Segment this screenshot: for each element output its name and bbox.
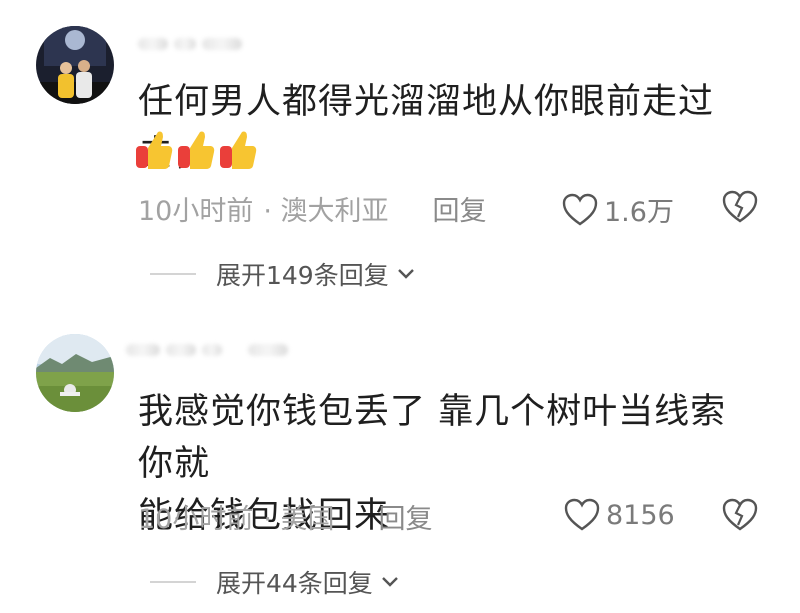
avatar[interactable] (36, 334, 114, 412)
divider (150, 273, 196, 275)
like-button[interactable]: 1.6万 (562, 190, 674, 229)
like-count: 8156 (606, 499, 675, 531)
comment-meta: 10小时前 · 澳大利亚 回复 (138, 189, 770, 228)
emoji-row (134, 128, 258, 172)
expand-replies[interactable]: 展开44条回复 (150, 564, 399, 600)
timestamp: 10小时前 (138, 195, 254, 227)
dislike-button[interactable] (722, 498, 758, 536)
expand-replies-label: 展开44条回复 (216, 569, 373, 598)
thumbs-up-icon (136, 131, 173, 169)
thumbs-up-icon (178, 131, 215, 169)
timestamp: 10小时前 (138, 503, 254, 535)
heart-icon (564, 498, 600, 531)
like-count: 1.6万 (604, 197, 674, 228)
chevron-down-icon (397, 269, 414, 279)
location: · 美国 (263, 503, 335, 535)
reply-button[interactable]: 回复 (433, 189, 487, 228)
dislike-button[interactable] (722, 190, 758, 228)
broken-heart-icon (722, 190, 758, 223)
username-blurred[interactable] (138, 24, 248, 64)
heart-icon (562, 193, 598, 225)
avatar[interactable] (36, 26, 114, 104)
location: · 澳大利亚 (263, 195, 389, 227)
expand-replies[interactable]: 展开149条回复 (150, 256, 415, 292)
reply-button[interactable]: 回复 (379, 497, 433, 536)
comment-text-line: 我感觉你钱包丢了 靠几个树叶当线索你就 (138, 392, 727, 484)
expand-replies-label: 展开149条回复 (216, 261, 389, 290)
thumbs-up-icon (220, 131, 257, 169)
chevron-down-icon (381, 577, 398, 587)
username-blurred[interactable] (126, 330, 294, 370)
like-button[interactable]: 8156 (564, 498, 675, 532)
comment-meta: 10小时前 · 美国 回复 (138, 497, 770, 536)
divider (150, 581, 196, 583)
broken-heart-icon (722, 498, 758, 531)
